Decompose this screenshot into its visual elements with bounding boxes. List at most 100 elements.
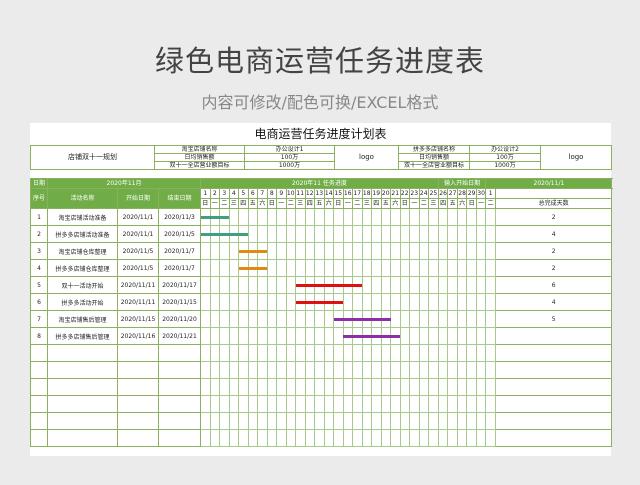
empty-cell[interactable]: [475, 378, 487, 396]
empty-cell[interactable]: [475, 412, 487, 430]
progress-label[interactable]: 2020年11 任务进度: [200, 178, 439, 189]
empty-cell[interactable]: [304, 429, 315, 447]
gantt-day-cell[interactable]: [418, 259, 429, 277]
empty-cell[interactable]: [390, 344, 401, 362]
gantt-day-cell[interactable]: [200, 259, 211, 277]
gantt-day-cell[interactable]: [209, 242, 220, 260]
gantt-day-cell[interactable]: [200, 208, 211, 226]
weekday-cell[interactable]: 五: [447, 198, 458, 209]
gantt-day-cell[interactable]: [295, 327, 306, 345]
empty-cell[interactable]: [437, 361, 449, 379]
gantt-day-cell[interactable]: [257, 310, 268, 328]
empty-cell[interactable]: [456, 412, 468, 430]
day-number-cell[interactable]: 20: [380, 188, 391, 199]
weekday-cell[interactable]: 一: [475, 198, 487, 209]
gantt-day-cell[interactable]: [466, 225, 477, 243]
weekday-cell[interactable]: 六: [456, 198, 468, 209]
empty-cell[interactable]: [456, 344, 468, 362]
taobao-sales-label[interactable]: 日均销售额: [154, 153, 245, 162]
gantt-day-cell[interactable]: [219, 310, 230, 328]
empty-cell[interactable]: [437, 344, 449, 362]
gantt-day-cell[interactable]: [399, 242, 410, 260]
empty-cell[interactable]: [238, 378, 249, 396]
month-cell[interactable]: 2020年11月: [47, 178, 201, 189]
pdd-target-value[interactable]: 1000万: [469, 161, 541, 170]
gantt-day-cell[interactable]: [409, 208, 420, 226]
gantt-day-cell[interactable]: [485, 310, 496, 328]
gantt-day-cell[interactable]: [266, 242, 277, 260]
empty-cell[interactable]: [437, 412, 449, 430]
empty-cell[interactable]: [200, 344, 211, 362]
gantt-day-cell[interactable]: [485, 242, 496, 260]
gantt-day-cell[interactable]: [266, 293, 277, 311]
gantt-day-cell[interactable]: [209, 208, 220, 226]
empty-cell[interactable]: [361, 378, 372, 396]
empty-cell[interactable]: [295, 412, 306, 430]
gantt-day-cell[interactable]: [409, 293, 420, 311]
gantt-day-cell[interactable]: [314, 225, 325, 243]
gantt-day-cell[interactable]: [228, 276, 239, 294]
empty-cell[interactable]: [323, 378, 334, 396]
gantt-day-cell[interactable]: [390, 242, 401, 260]
day-number-cell[interactable]: 21: [390, 188, 401, 199]
gantt-day-cell[interactable]: [380, 276, 391, 294]
empty-cell[interactable]: [390, 395, 401, 413]
gantt-day-cell[interactable]: [342, 208, 353, 226]
gantt-day-cell[interactable]: [257, 293, 268, 311]
empty-cell[interactable]: [399, 344, 410, 362]
gantt-day-cell[interactable]: [200, 327, 211, 345]
day-number-cell[interactable]: 6: [247, 188, 258, 199]
weekday-cell[interactable]: 三: [295, 198, 306, 209]
gantt-day-cell[interactable]: [333, 259, 344, 277]
empty-cell[interactable]: [276, 412, 287, 430]
gantt-day-cell[interactable]: [475, 208, 487, 226]
end-date-header[interactable]: 结束日期: [158, 188, 201, 209]
gantt-day-cell[interactable]: [295, 225, 306, 243]
task-end[interactable]: 2020/11/7: [158, 242, 201, 260]
gantt-day-cell[interactable]: [361, 208, 372, 226]
empty-cell[interactable]: [47, 395, 118, 413]
empty-cell[interactable]: [228, 395, 239, 413]
empty-cell[interactable]: [428, 361, 439, 379]
empty-cell[interactable]: [228, 361, 239, 379]
empty-cell[interactable]: [257, 412, 268, 430]
gantt-day-cell[interactable]: [390, 208, 401, 226]
empty-cell[interactable]: [447, 395, 458, 413]
empty-cell[interactable]: [333, 412, 344, 430]
empty-cell[interactable]: [485, 412, 496, 430]
empty-cell[interactable]: [158, 412, 201, 430]
day-number-cell[interactable]: 27: [447, 188, 458, 199]
empty-cell[interactable]: [371, 378, 382, 396]
empty-cell[interactable]: [285, 412, 296, 430]
gantt-day-cell[interactable]: [475, 225, 487, 243]
empty-cell[interactable]: [456, 378, 468, 396]
weekday-cell[interactable]: 四: [304, 198, 315, 209]
empty-cell[interactable]: [285, 378, 296, 396]
gantt-day-cell[interactable]: [285, 310, 296, 328]
pdd-sales-value[interactable]: 100万: [469, 153, 541, 162]
empty-cell[interactable]: [352, 412, 363, 430]
gantt-day-cell[interactable]: [428, 259, 439, 277]
gantt-day-cell[interactable]: [409, 276, 420, 294]
gantt-day-cell[interactable]: [390, 276, 401, 294]
gantt-day-cell[interactable]: [437, 242, 449, 260]
gantt-day-cell[interactable]: [352, 293, 363, 311]
day-number-cell[interactable]: 25: [428, 188, 439, 199]
empty-cell[interactable]: [361, 412, 372, 430]
gantt-day-cell[interactable]: [323, 310, 334, 328]
empty-cell[interactable]: [285, 395, 296, 413]
empty-cell[interactable]: [314, 378, 325, 396]
project-name-cell[interactable]: 店铺双十一规划: [30, 145, 155, 170]
gantt-day-cell[interactable]: [447, 208, 458, 226]
empty-cell[interactable]: [323, 412, 334, 430]
task-total-days[interactable]: 2: [494, 242, 613, 260]
empty-cell[interactable]: [238, 395, 249, 413]
gantt-day-cell[interactable]: [276, 293, 287, 311]
gantt-day-cell[interactable]: [380, 310, 391, 328]
task-start[interactable]: 2020/11/16: [117, 327, 159, 345]
empty-cell[interactable]: [295, 429, 306, 447]
gantt-day-cell[interactable]: [247, 293, 258, 311]
empty-cell[interactable]: [361, 361, 372, 379]
gantt-day-cell[interactable]: [428, 327, 439, 345]
gantt-day-cell[interactable]: [314, 208, 325, 226]
